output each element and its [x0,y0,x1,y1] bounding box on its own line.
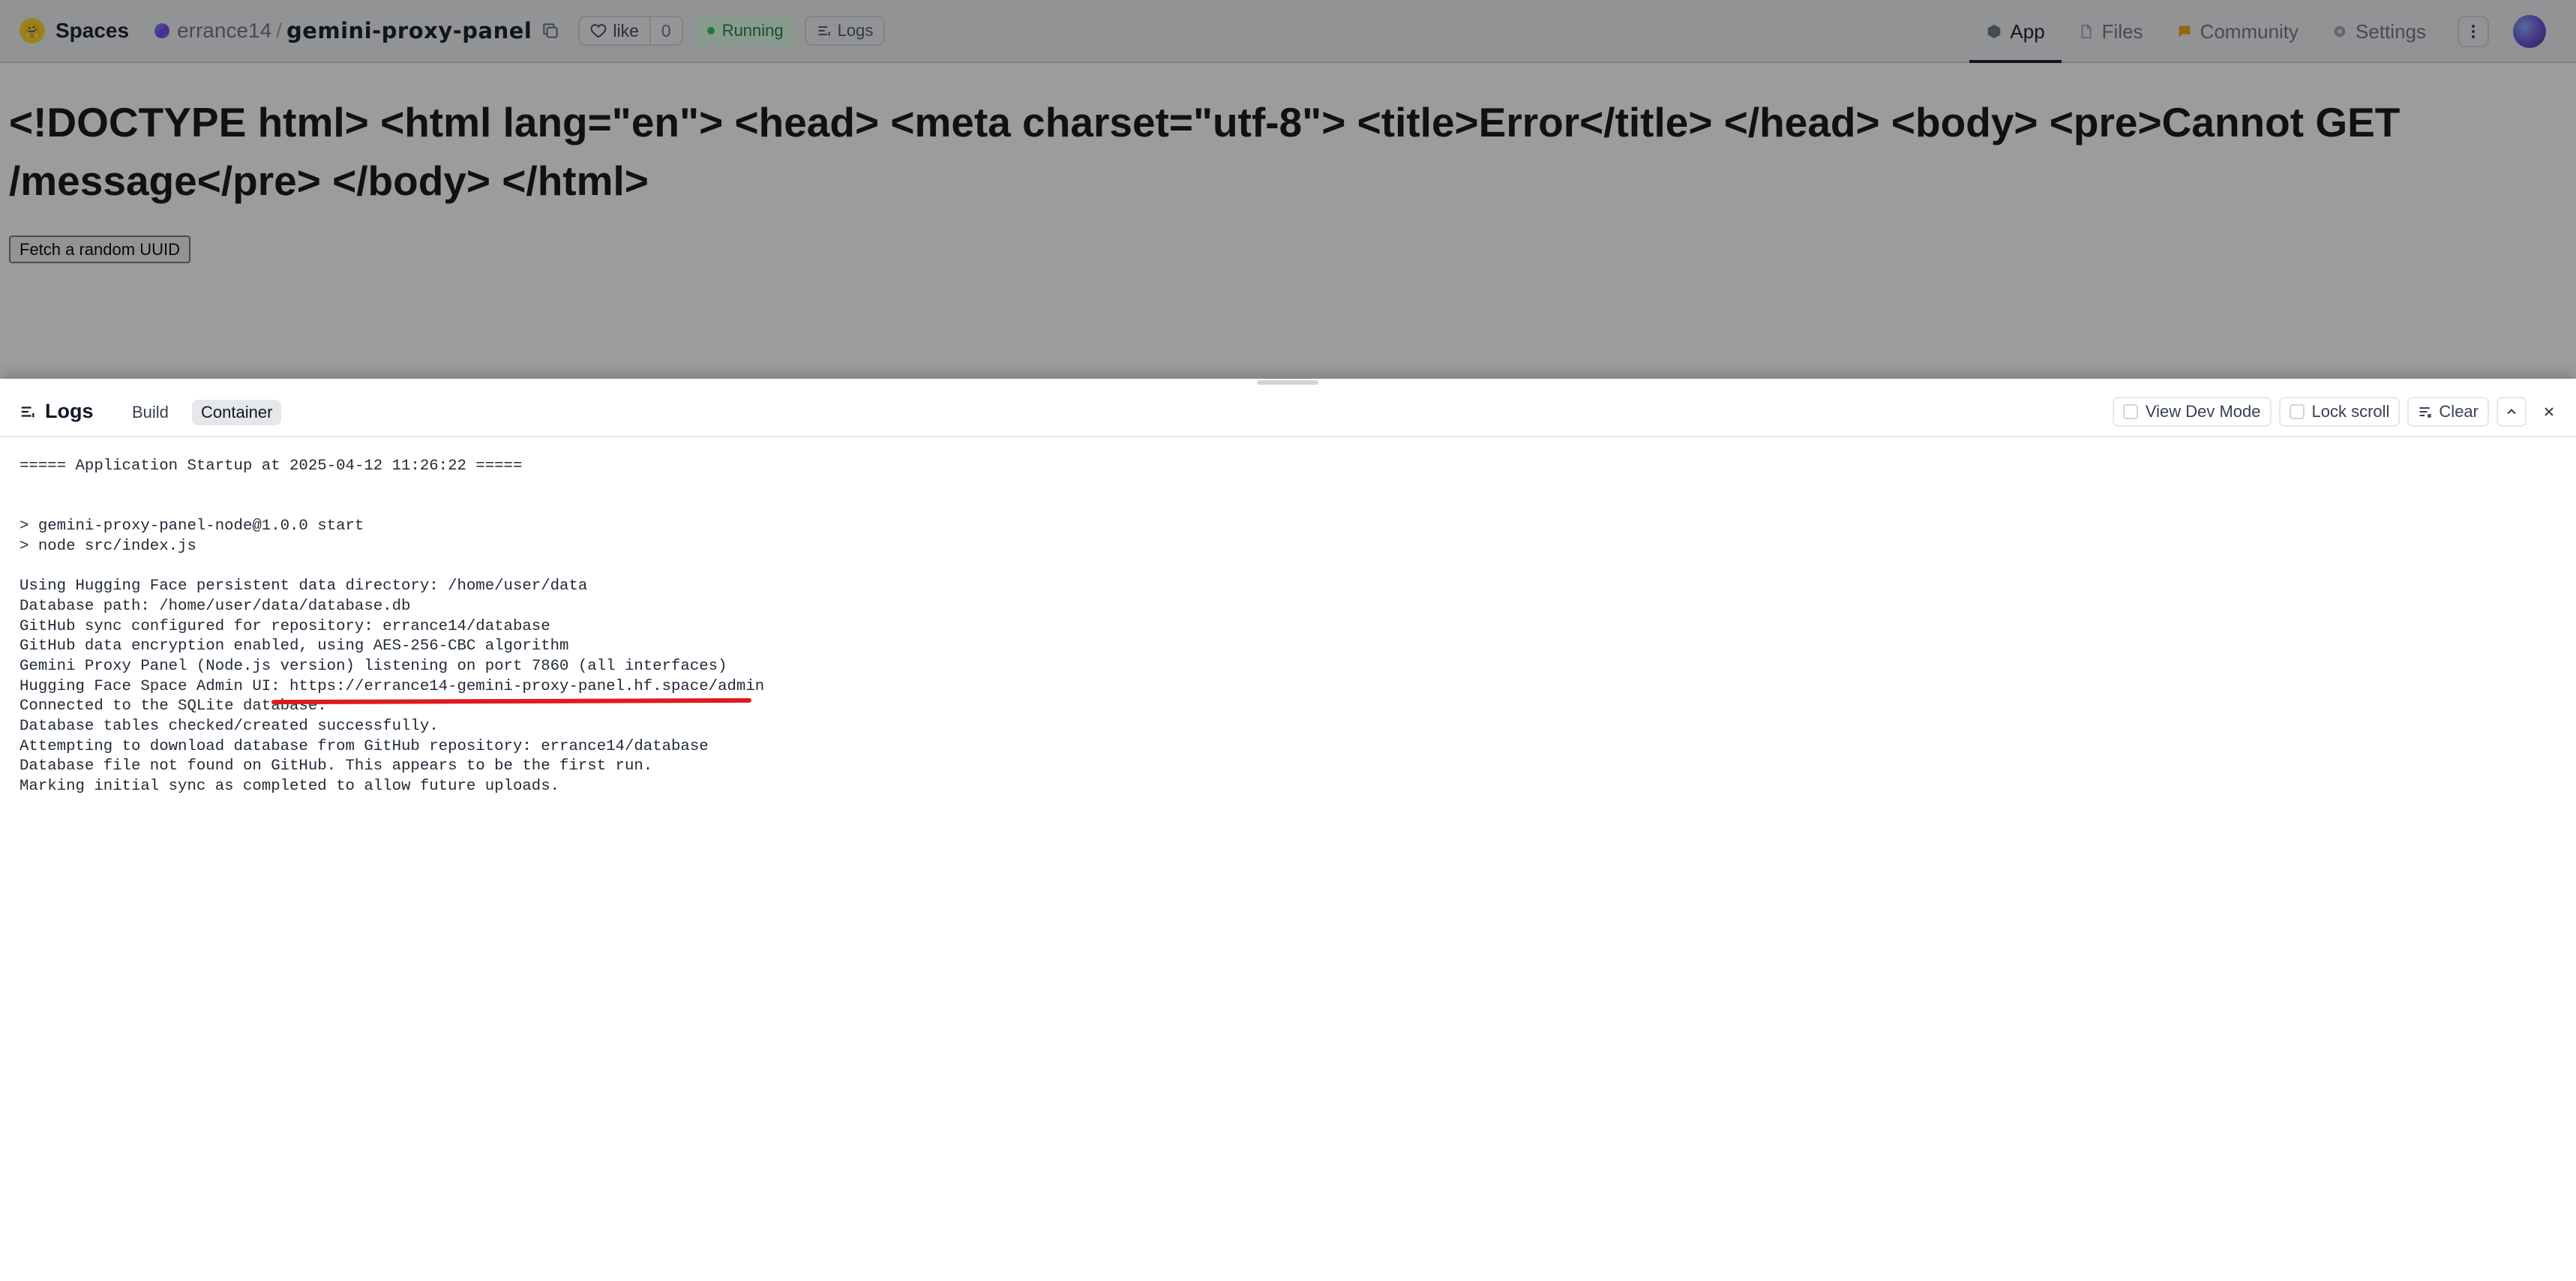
lock-scroll-toggle[interactable]: Lock scroll [2278,397,2401,427]
log-line: GitHub sync configured for repository: e… [19,617,550,635]
log-line: Attempting to download database from Git… [19,737,709,755]
clear-list-icon [2419,406,2432,418]
logs-title: Logs [19,400,94,423]
log-line: GitHub data encryption enabled, using AE… [19,638,569,656]
collapse-button[interactable] [2497,397,2527,427]
log-line: > node src/index.js [19,537,196,555]
log-output: ===== Application Startup at 2025-04-12 … [19,457,764,797]
checkbox-icon [2122,404,2138,419]
close-logs-button[interactable] [2534,397,2564,427]
logs-title-label: Logs [45,400,94,422]
log-line: Database path: /home/user/data/database.… [19,597,411,615]
tab-container[interactable]: Container [192,400,282,425]
close-icon [2545,407,2554,416]
clear-label: Clear [2439,402,2479,421]
log-line: Database file not found on GitHub. This … [19,758,653,776]
log-line: Using Hugging Face persistent data direc… [19,578,588,596]
checkbox-icon [2289,404,2305,419]
logs-panel: Logs Build Container View Dev Mode Lock … [0,379,2576,1281]
log-line: Hugging Face Space Admin UI: https://err… [19,677,765,695]
resize-handle[interactable] [1257,380,1318,385]
log-line: Marking initial sync as completed to all… [19,778,560,795]
tab-build[interactable]: Build [123,400,178,425]
view-dev-mode-toggle[interactable]: View Dev Mode [2112,397,2272,427]
clear-logs-button[interactable]: Clear [2407,397,2489,427]
log-line: ===== Application Startup at 2025-04-12 … [19,458,523,475]
modal-backdrop[interactable] [0,0,2576,379]
lock-scroll-label: Lock scroll [2311,402,2390,421]
log-line: Database tables checked/created successf… [19,717,439,735]
log-line: > gemini-proxy-panel-node@1.0.0 start [19,518,364,536]
logs-toolbar: Logs Build Container View Dev Mode Lock … [0,395,2576,437]
chevron-up-icon [2507,409,2516,415]
view-dev-mode-label: View Dev Mode [2145,402,2261,421]
log-line: Gemini Proxy Panel (Node.js version) lis… [19,657,727,675]
logs-icon [21,406,34,417]
